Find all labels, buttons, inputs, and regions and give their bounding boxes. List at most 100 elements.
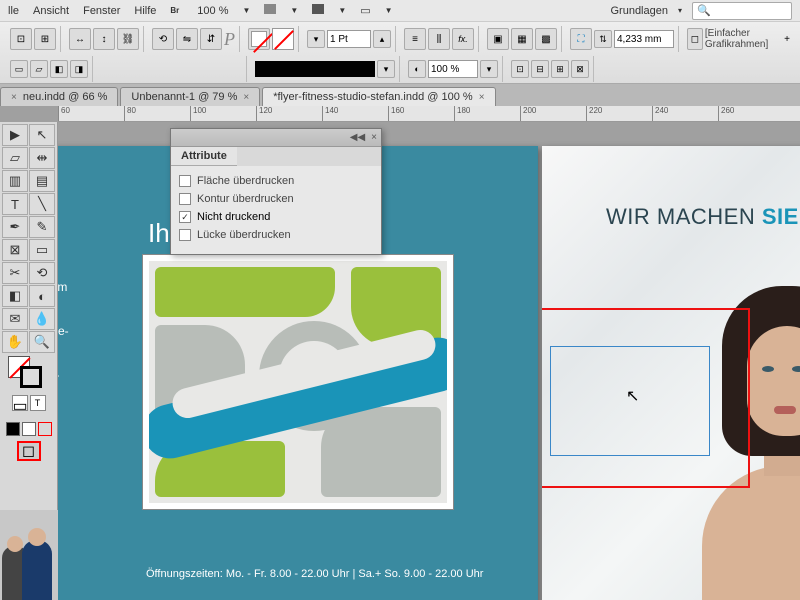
- content-collector-icon[interactable]: ▥: [2, 170, 28, 192]
- zoom-level[interactable]: 100 %: [197, 5, 228, 17]
- note-tool-icon[interactable]: ✉: [2, 308, 28, 330]
- screen-mode-button[interactable]: ◻: [17, 441, 41, 461]
- workspace-switcher[interactable]: Grundlagen: [610, 5, 668, 17]
- apply-gradient-icon[interactable]: [22, 422, 36, 436]
- fill-none-icon[interactable]: [248, 28, 270, 50]
- tab-flyer[interactable]: *flyer-fitness-studio-stefan.indd @ 100 …: [262, 87, 495, 106]
- page-right[interactable]: WIR MACHEN SIE FIT ↖: [542, 146, 800, 600]
- checkbox[interactable]: [179, 211, 191, 223]
- apply-color-icon[interactable]: [6, 422, 20, 436]
- search-input[interactable]: 🔍: [692, 2, 792, 20]
- align-icon[interactable]: ≡: [404, 28, 426, 50]
- link-wh-icon[interactable]: ⛓: [117, 28, 139, 50]
- crop-icon[interactable]: ⛶: [570, 28, 592, 50]
- chevron-down-icon[interactable]: ▼: [243, 6, 251, 15]
- dim-stepper-icon[interactable]: ⇅: [594, 30, 612, 48]
- apply-none-icon[interactable]: [38, 422, 52, 436]
- rectangle-tool-icon[interactable]: ▭: [29, 239, 55, 261]
- tb-icon-b[interactable]: ▱: [30, 60, 48, 78]
- close-icon[interactable]: ×: [479, 92, 485, 103]
- menu-item-lle[interactable]: lle: [8, 5, 19, 17]
- zoom-tool-icon[interactable]: 🔍: [29, 331, 55, 353]
- center-content-icon[interactable]: ⊞: [551, 60, 569, 78]
- ref-point-icon[interactable]: ⊡: [10, 28, 32, 50]
- stroke-increase-icon[interactable]: ▴: [373, 30, 391, 48]
- checkbox[interactable]: [179, 175, 191, 187]
- corner-options-icon[interactable]: ◻: [687, 28, 703, 50]
- scissors-tool-icon[interactable]: ✂: [2, 262, 28, 284]
- gap-tool-icon[interactable]: ⇹: [29, 147, 55, 169]
- chevron-down-icon[interactable]: ▼: [385, 6, 393, 15]
- content-placer-icon[interactable]: ▤: [29, 170, 55, 192]
- checkbox[interactable]: [179, 229, 191, 241]
- close-icon[interactable]: ×: [11, 92, 17, 103]
- attributes-panel[interactable]: ◀◀ × Attribute Fläche überdrucken Kontur…: [170, 128, 382, 255]
- tb-icon-d[interactable]: ◨: [70, 60, 88, 78]
- fill-stroke-swatch[interactable]: [2, 354, 55, 394]
- collapse-icon[interactable]: ◀◀: [350, 132, 365, 143]
- arrange-icon[interactable]: ▭: [360, 4, 370, 17]
- checkbox[interactable]: [179, 193, 191, 205]
- distribute-icon[interactable]: ⫼: [428, 28, 450, 50]
- transform-tool-icon[interactable]: ⟲: [29, 262, 55, 284]
- bridge-icon[interactable]: Br: [170, 6, 179, 15]
- rotate-icon[interactable]: ⟲: [152, 28, 174, 50]
- view-options-icon[interactable]: [264, 4, 276, 17]
- fit-frame-icon[interactable]: ⊟: [531, 60, 549, 78]
- panel-tab-attribute[interactable]: Attribute: [171, 147, 237, 166]
- direct-selection-tool-icon[interactable]: ↖: [29, 124, 55, 146]
- dimension-input[interactable]: [614, 30, 674, 48]
- fit-proportionally-icon[interactable]: ⊠: [571, 60, 589, 78]
- gradient-swatch-icon[interactable]: ◧: [2, 285, 28, 307]
- chevron-down-icon[interactable]: ▼: [338, 6, 346, 15]
- opacity-dropdown-icon[interactable]: ▾: [480, 60, 498, 78]
- rectangle-frame-icon[interactable]: ⊠: [2, 239, 28, 261]
- close-icon[interactable]: ×: [243, 92, 249, 103]
- attr-row-overprint-gap[interactable]: Lücke überdrucken: [179, 226, 373, 244]
- page-tool-icon[interactable]: ▱: [2, 147, 28, 169]
- stroke-decrease-icon[interactable]: ▾: [307, 30, 325, 48]
- stroke-weight-input[interactable]: [327, 30, 371, 48]
- attr-row-nonprinting[interactable]: Nicht druckend: [179, 208, 373, 226]
- text-wrap-object-icon[interactable]: ▩: [535, 28, 557, 50]
- graphic-frame-label[interactable]: [Einfacher Grafikrahmen]: [705, 28, 782, 50]
- xy-input-icon[interactable]: ⊞: [34, 28, 56, 50]
- effects-fx-icon[interactable]: fx.: [452, 28, 474, 50]
- tab-unbenannt[interactable]: Unbenannt-1 @ 79 % ×: [120, 87, 260, 106]
- transform-h-icon[interactable]: ↕: [93, 28, 115, 50]
- pencil-tool-icon[interactable]: ✎: [29, 216, 55, 238]
- map-image-frame[interactable]: [142, 254, 454, 510]
- flip-h-icon[interactable]: ⇋: [176, 28, 198, 50]
- hand-tool-icon[interactable]: ✋: [2, 331, 28, 353]
- opacity-icon[interactable]: ◐: [408, 60, 426, 78]
- type-tool-icon[interactable]: T: [2, 193, 28, 215]
- tb-icon-c[interactable]: ◧: [50, 60, 68, 78]
- eyedropper-tool-icon[interactable]: 💧: [29, 308, 55, 330]
- text-wrap-none-icon[interactable]: ▣: [487, 28, 509, 50]
- tb-icon-a[interactable]: ▭: [10, 60, 28, 78]
- attr-row-overprint-stroke[interactable]: Kontur überdrucken: [179, 190, 373, 208]
- paragraph-style-icon[interactable]: P: [224, 29, 235, 50]
- horizontal-ruler[interactable]: 6080100120140160180200220240260: [58, 106, 800, 122]
- panel-header[interactable]: ◀◀ ×: [171, 129, 381, 147]
- text-wrap-bounding-icon[interactable]: ▦: [511, 28, 533, 50]
- selection-tool-icon[interactable]: ▶: [2, 124, 28, 146]
- screen-mode-icon[interactable]: [312, 4, 324, 17]
- flip-v-icon[interactable]: ⇵: [200, 28, 222, 50]
- menu-item-hilfe[interactable]: Hilfe: [134, 5, 156, 17]
- plus-icon[interactable]: +: [784, 34, 790, 45]
- stroke-style-preview[interactable]: [255, 61, 375, 77]
- stroke-swatch-none[interactable]: [272, 28, 294, 50]
- close-icon[interactable]: ×: [371, 132, 377, 143]
- fit-content-icon[interactable]: ⊡: [511, 60, 529, 78]
- chevron-down-icon[interactable]: ▾: [678, 6, 682, 15]
- tab-neu[interactable]: × neu.indd @ 66 %: [0, 87, 118, 106]
- menu-item-ansicht[interactable]: Ansicht: [33, 5, 69, 17]
- chevron-down-icon[interactable]: ▼: [290, 6, 298, 15]
- stroke-style-dropdown-icon[interactable]: ▾: [377, 60, 395, 78]
- transform-w-icon[interactable]: ↔: [69, 28, 91, 50]
- opacity-input[interactable]: [428, 60, 478, 78]
- gradient-feather-icon[interactable]: ◐: [29, 285, 55, 307]
- format-container-icon[interactable]: ▭: [12, 395, 28, 411]
- format-text-icon[interactable]: T: [30, 395, 46, 411]
